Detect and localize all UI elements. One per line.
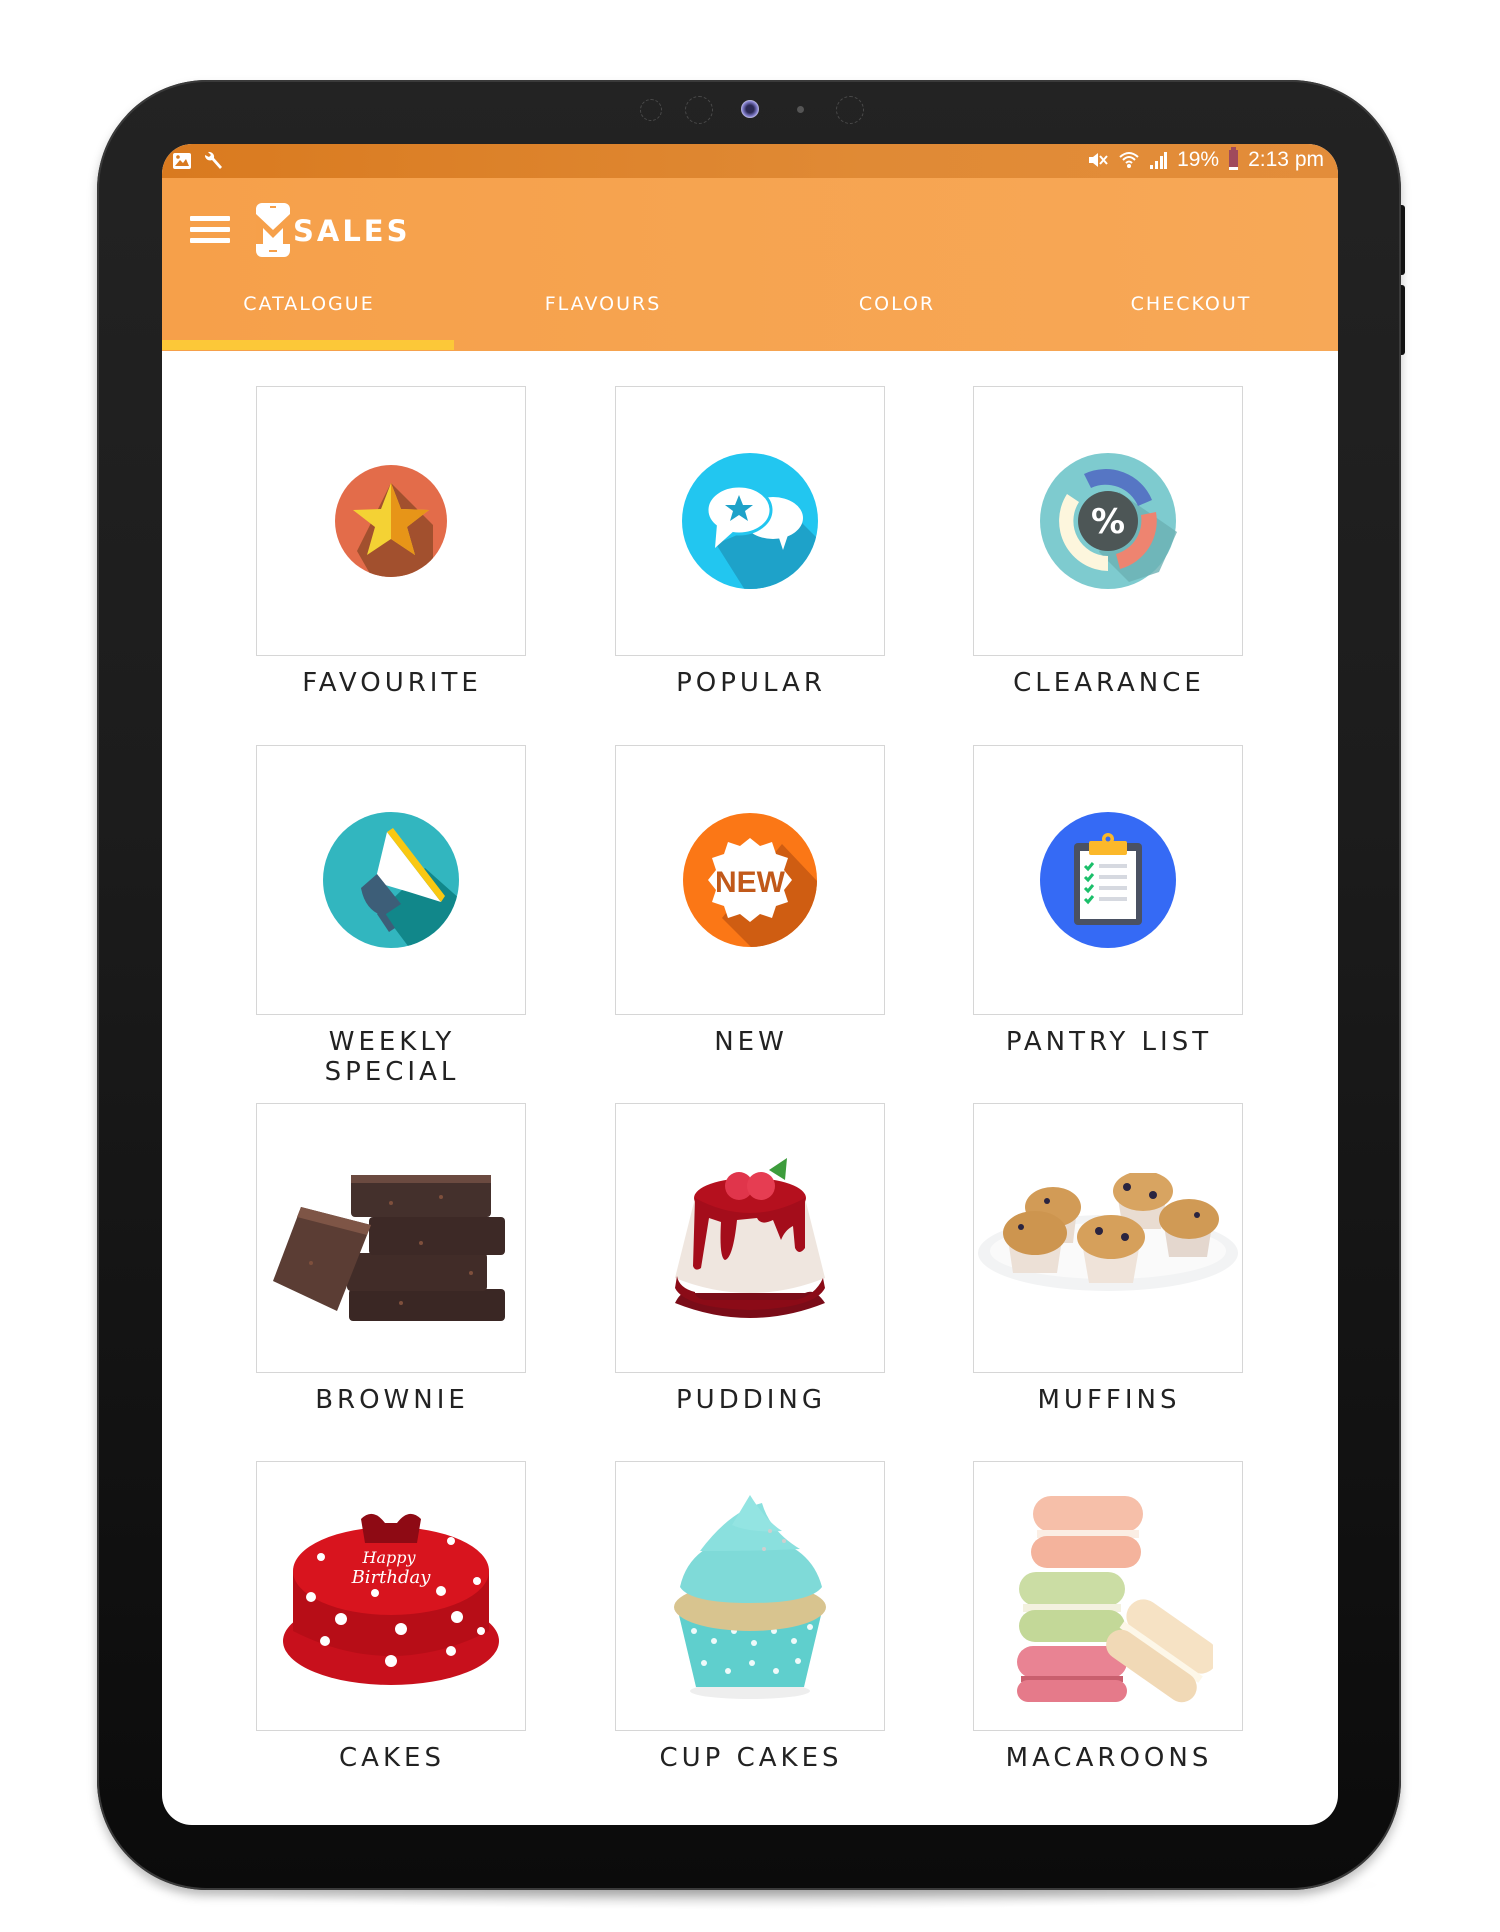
muffins-image (978, 1173, 1238, 1291)
chat-bubbles-star-icon (682, 453, 818, 589)
category-tile[interactable]: NEW (615, 745, 885, 1015)
cake-text-happy: Happy (361, 1548, 416, 1567)
birthday-cake-image: Happy Birthday (283, 1513, 499, 1685)
category-label[interactable]: PANTRY LIST (973, 1027, 1245, 1057)
category-label[interactable]: MUFFINS (973, 1385, 1245, 1415)
category-label[interactable]: POPULAR (615, 668, 887, 698)
category-label[interactable]: PUDDING (615, 1385, 887, 1415)
cupcake-image (674, 1495, 826, 1699)
app-logo: SALES (255, 202, 411, 258)
app-bar: SALES CATALOGUE FLAVOURS COLOR CHECKOUT (162, 178, 1338, 351)
new-badge-text: NEW (715, 866, 786, 899)
category-tile[interactable]: % (973, 386, 1243, 656)
catalogue-item-cakes: Happy Birthday CAKES (256, 1461, 528, 1773)
category-label[interactable]: WEEKLY SPECIAL (256, 1027, 528, 1087)
camera-bar (0, 96, 1500, 126)
signal-icon (1149, 150, 1168, 170)
sensor-icon (685, 96, 713, 124)
category-tile[interactable] (256, 1103, 526, 1373)
cake-text-birthday: Birthday (351, 1567, 432, 1588)
category-tile[interactable] (256, 386, 526, 656)
tab-color[interactable]: COLOR (750, 273, 1044, 351)
category-tile[interactable] (256, 745, 526, 1015)
image-notification-icon (172, 152, 192, 170)
app-screen: 19% 2:13 pm SALES CATALOGUE FLAVOURS COL… (162, 144, 1338, 1825)
star-badge-icon (335, 465, 447, 577)
front-camera-icon (741, 100, 759, 118)
light-sensor-icon (797, 106, 804, 113)
svg-text:%: % (1091, 502, 1125, 542)
tab-flavours[interactable]: FLAVOURS (456, 273, 750, 351)
pudding-image (675, 1158, 825, 1318)
mute-icon (1087, 150, 1109, 170)
tab-checkout[interactable]: CHECKOUT (1044, 273, 1338, 351)
catalogue-item-popular: POPULAR (615, 386, 887, 698)
app-logo-text: SALES (293, 214, 411, 248)
catalogue-item-new: NEW NEW (615, 745, 887, 1057)
wrench-icon (202, 150, 224, 172)
catalogue-item-brownie: BROWNIE (256, 1103, 528, 1415)
category-tile[interactable] (615, 386, 885, 656)
category-label[interactable]: NEW (615, 1027, 887, 1057)
battery-icon (1229, 147, 1239, 170)
phone-m-logo-icon (255, 202, 291, 258)
power-button (1401, 285, 1405, 355)
volume-button (1401, 205, 1405, 275)
catalogue-item-pantry-list: PANTRY LIST (973, 745, 1245, 1057)
catalogue-item-macaroons: MACAROONS (973, 1461, 1245, 1773)
megaphone-icon (323, 812, 459, 948)
sensor-icon (836, 96, 864, 124)
clipboard-checklist-icon (1040, 812, 1176, 948)
category-tile[interactable] (973, 1461, 1243, 1731)
catalogue-item-favourite: FAVOURITE (256, 386, 528, 698)
percent-chart-icon: % (1040, 453, 1177, 589)
status-bar: 19% 2:13 pm (162, 144, 1338, 178)
category-label[interactable]: CUP CAKES (615, 1743, 887, 1773)
category-label[interactable]: FAVOURITE (256, 668, 528, 698)
catalogue-item-weekly-special: WEEKLY SPECIAL (256, 745, 528, 1087)
hamburger-icon-line (190, 227, 230, 232)
catalogue-item-clearance: % CLEARANCE (973, 386, 1245, 698)
catalogue-item-cup-cakes: CUP CAKES (615, 1461, 887, 1773)
macaroons-image (1017, 1496, 1213, 1703)
hamburger-menu-button[interactable] (190, 216, 230, 244)
active-tab-indicator (162, 340, 454, 350)
catalogue-item-muffins: MUFFINS (973, 1103, 1245, 1415)
catalogue-item-pudding: PUDDING (615, 1103, 887, 1415)
category-tile[interactable]: Happy Birthday (256, 1461, 526, 1731)
category-label[interactable]: CAKES (256, 1743, 528, 1773)
sensor-icon (640, 99, 662, 121)
clock: 2:13 pm (1248, 148, 1324, 171)
category-tile[interactable] (973, 745, 1243, 1015)
wifi-icon (1119, 150, 1139, 170)
hamburger-icon-line (190, 216, 230, 221)
hamburger-icon-line (190, 238, 230, 243)
category-tile[interactable] (615, 1461, 885, 1731)
category-label[interactable]: CLEARANCE (973, 668, 1245, 698)
brownie-image (273, 1175, 505, 1321)
category-tile[interactable] (615, 1103, 885, 1373)
new-badge-icon: NEW (683, 813, 817, 947)
category-tile[interactable] (973, 1103, 1243, 1373)
category-label[interactable]: BROWNIE (256, 1385, 528, 1415)
category-label[interactable]: MACAROONS (973, 1743, 1245, 1773)
battery-percent: 19% (1177, 148, 1220, 171)
